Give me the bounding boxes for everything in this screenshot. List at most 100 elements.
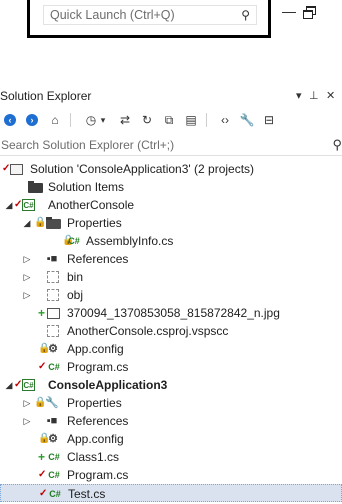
csharp-project-icon: C# bbox=[22, 199, 35, 211]
collapsed-arrow-icon[interactable]: ▷ bbox=[22, 286, 32, 304]
tree-item-folder[interactable]: ◢ 🔒 Properties bbox=[0, 214, 342, 232]
solution-search-box[interactable]: ⚲ bbox=[0, 135, 342, 156]
code-icon: ‹› bbox=[221, 113, 229, 127]
tree-item-project[interactable]: ◢ ✓ C# AnotherConsole bbox=[0, 196, 342, 214]
tree-item-label: Solution 'ConsoleApplication3' (2 projec… bbox=[30, 162, 255, 176]
tree-item-folder[interactable]: ▷ obj bbox=[0, 286, 342, 304]
quick-launch-box[interactable]: ⚲ bbox=[43, 5, 257, 25]
tree-item-project[interactable]: ◢ ✓ C# ConsoleApplication3 bbox=[0, 376, 342, 394]
view-code-button[interactable]: ‹› bbox=[216, 111, 234, 129]
panel-title: Solution Explorer bbox=[0, 89, 92, 103]
csharp-file-icon: C# bbox=[48, 452, 60, 462]
chevron-down-icon: ▾ bbox=[100, 114, 106, 125]
tree-item-file[interactable]: 🔒 ⚙ App.config bbox=[0, 430, 342, 448]
wrench-icon: 🔧 bbox=[45, 397, 59, 409]
tree-item-file[interactable]: + C# Class1.cs bbox=[0, 448, 342, 466]
back-icon: ‹ bbox=[4, 114, 16, 126]
preview-icon: ⊟ bbox=[263, 113, 275, 127]
csharp-file-icon: C# bbox=[49, 489, 61, 499]
solution-icon bbox=[10, 164, 23, 175]
refresh-button[interactable]: ↻ bbox=[138, 111, 156, 129]
tree-item-label: App.config bbox=[67, 432, 124, 446]
tree-item-references[interactable]: ▷ ▪■ References bbox=[0, 250, 342, 268]
preview-selected-items-button[interactable]: ⊟ bbox=[260, 111, 278, 129]
tree-item-label: App.config bbox=[67, 342, 124, 356]
added-icon: + bbox=[38, 450, 46, 464]
tree-item-solution-items[interactable]: Solution Items bbox=[0, 178, 342, 196]
references-icon: ▪■ bbox=[46, 253, 58, 265]
tree-item-label: Program.cs bbox=[67, 468, 129, 482]
collapse-all-button[interactable]: ⧉ bbox=[160, 111, 178, 129]
tree-item-label: Class1.cs bbox=[67, 450, 120, 464]
show-all-files-icon: ▤ bbox=[185, 113, 197, 127]
expanded-arrow-icon[interactable]: ◢ bbox=[4, 196, 14, 214]
tree-item-file[interactable]: 🔒 C# AssemblyInfo.cs bbox=[0, 232, 342, 250]
image-file-icon bbox=[47, 308, 60, 319]
tree-item-folder[interactable]: ▷ bin bbox=[0, 268, 342, 286]
sync-with-active-document-button[interactable]: ⇄ bbox=[116, 111, 134, 129]
tree-item-file-selected[interactable]: ✓ C# Test.cs bbox=[0, 484, 342, 502]
tree-item-file[interactable]: 🔒 ⚙ App.config bbox=[0, 340, 342, 358]
quick-launch-input[interactable] bbox=[44, 6, 230, 24]
expanded-arrow-icon[interactable]: ◢ bbox=[4, 376, 14, 394]
wrench-icon: 🔧 bbox=[239, 113, 255, 127]
restore-icon[interactable] bbox=[303, 6, 317, 19]
collapsed-arrow-icon[interactable]: ▷ bbox=[22, 268, 32, 286]
home-button[interactable]: ⌂ bbox=[46, 111, 64, 129]
config-file-icon: ⚙ bbox=[48, 433, 58, 445]
collapsed-arrow-icon[interactable]: ▷ bbox=[22, 250, 32, 268]
sync-icon: ⇄ bbox=[119, 113, 131, 127]
search-icon[interactable]: ⚲ bbox=[332, 137, 342, 153]
tree-item-file[interactable]: ✓ C# Program.cs bbox=[0, 466, 342, 484]
tree-item-label: Program.cs bbox=[67, 360, 129, 374]
properties-button[interactable]: 🔧 bbox=[238, 111, 256, 129]
close-icon[interactable]: ✕ bbox=[326, 89, 335, 102]
panel-header: Solution Explorer ▾ ⊥ ✕ bbox=[0, 88, 342, 106]
excluded-file-icon bbox=[47, 325, 59, 337]
csharp-file-icon: C# bbox=[48, 470, 60, 480]
tree-item-label: bin bbox=[67, 270, 84, 284]
tree-item-label: ConsoleApplication3 bbox=[48, 378, 168, 392]
filter-dropdown-button[interactable]: ▾ bbox=[98, 111, 108, 129]
tree-item-label: AnotherConsole bbox=[48, 198, 135, 212]
window-position-dropdown-icon[interactable]: ▾ bbox=[296, 89, 302, 102]
refresh-icon: ↻ bbox=[141, 113, 153, 127]
added-icon: + bbox=[38, 306, 46, 320]
collapse-all-icon: ⧉ bbox=[164, 112, 174, 127]
tree-item-references[interactable]: ▷ ▪■ References bbox=[0, 412, 342, 430]
tree-item-label: 370094_1370853058_815872842_n.jpg bbox=[67, 306, 280, 320]
tree-item-file[interactable]: ✓ C# Program.cs bbox=[0, 358, 342, 376]
expanded-arrow-icon[interactable]: ◢ bbox=[22, 214, 32, 232]
tree-item-label: Properties bbox=[67, 216, 122, 230]
quick-launch-highlight: ⚲ bbox=[27, 0, 271, 38]
show-all-files-button[interactable]: ▤ bbox=[182, 111, 200, 129]
solution-search-input[interactable] bbox=[0, 135, 321, 154]
collapsed-arrow-icon[interactable]: ▷ bbox=[22, 412, 32, 430]
tree-item-folder[interactable]: ▷ 🔒 🔧 Properties bbox=[0, 394, 342, 412]
tree-item-file[interactable]: + 370094_1370853058_815872842_n.jpg bbox=[0, 304, 342, 322]
config-file-icon: ⚙ bbox=[48, 343, 58, 355]
tree-item-solution[interactable]: ✓ Solution 'ConsoleApplication3' (2 proj… bbox=[0, 160, 342, 178]
tree-item-label: References bbox=[67, 252, 129, 266]
back-button[interactable]: ‹ bbox=[1, 111, 19, 129]
tree-item-label: AnotherConsole.csproj.vspscc bbox=[67, 324, 229, 338]
forward-button[interactable]: › bbox=[23, 111, 41, 129]
excluded-folder-icon bbox=[47, 289, 59, 301]
tree-item-label: Test.cs bbox=[68, 487, 106, 501]
pin-icon[interactable]: ⊥ bbox=[309, 89, 319, 102]
minimize-icon[interactable]: — bbox=[282, 4, 296, 18]
search-icon[interactable]: ⚲ bbox=[241, 8, 250, 22]
tree-item-label: obj bbox=[67, 288, 84, 302]
tree-item-label: Solution Items bbox=[48, 180, 125, 194]
csharp-file-icon: C# bbox=[68, 236, 80, 246]
tree-item-label: Properties bbox=[67, 396, 122, 410]
toolbar-separator bbox=[206, 113, 207, 127]
tree-item-file[interactable]: AnotherConsole.csproj.vspscc bbox=[0, 322, 342, 340]
lock-icon: 🔒 bbox=[34, 217, 47, 228]
forward-icon: › bbox=[26, 114, 38, 126]
collapsed-arrow-icon[interactable]: ▷ bbox=[22, 394, 32, 412]
csharp-project-icon: C# bbox=[22, 379, 35, 391]
tree-item-label: References bbox=[67, 414, 129, 428]
home-icon: ⌂ bbox=[51, 113, 59, 127]
tree-item-label: AssemblyInfo.cs bbox=[86, 234, 174, 248]
